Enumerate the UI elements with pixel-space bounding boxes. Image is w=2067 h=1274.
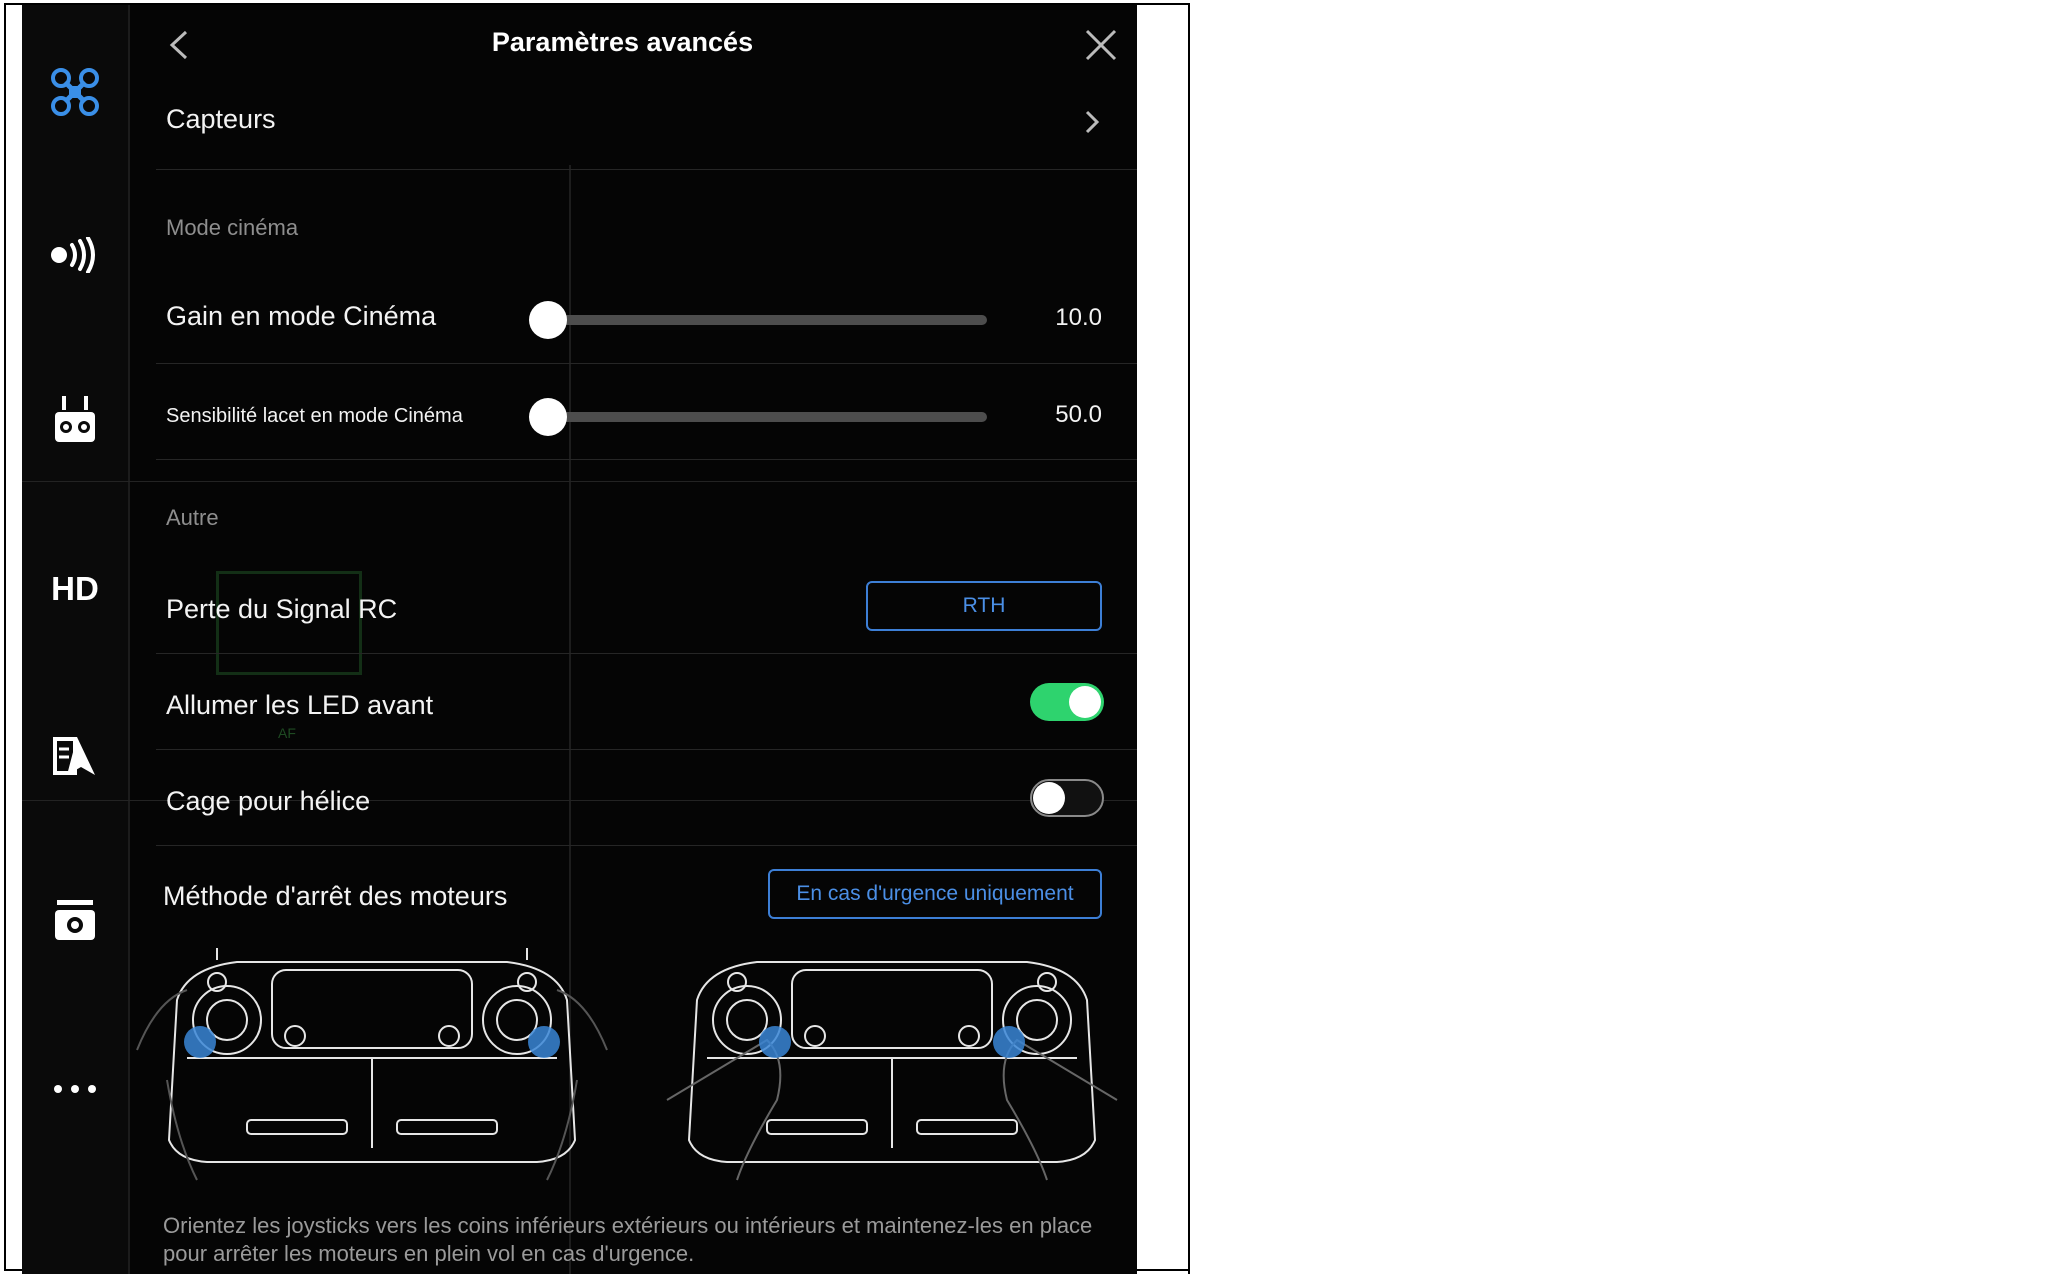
prop-guard-label: Cage pour hélice bbox=[166, 786, 371, 816]
camera-icon[interactable] bbox=[22, 861, 128, 981]
sensors-label: Capteurs bbox=[166, 104, 276, 134]
blank-panel bbox=[1188, 3, 2061, 1274]
divider bbox=[156, 459, 1137, 460]
signal-icon[interactable] bbox=[22, 195, 128, 315]
close-icon bbox=[1085, 29, 1117, 61]
motor-stop-select[interactable]: En cas d'urgence uniquement bbox=[768, 869, 1102, 919]
cine-gain-value: 10.0 bbox=[1055, 304, 1102, 331]
cine-yaw-value: 50.0 bbox=[1055, 401, 1102, 428]
prop-guard-toggle[interactable] bbox=[1030, 779, 1104, 817]
close-button[interactable] bbox=[1083, 27, 1119, 63]
motor-stop-label: Méthode d'arrêt des moteurs bbox=[163, 881, 508, 911]
battery-map-icon[interactable] bbox=[22, 695, 128, 815]
side-nav-rail: HD bbox=[22, 5, 130, 1274]
controller-inward-illustration bbox=[666, 961, 1118, 1181]
front-led-label: Allumer les LED avant bbox=[166, 690, 434, 720]
cine-yaw-slider-thumb[interactable] bbox=[529, 398, 567, 436]
cine-gain-slider[interactable] bbox=[549, 315, 987, 325]
section-other: Autre bbox=[166, 505, 219, 530]
cine-yaw-label: Sensibilité lacet en mode Cinéma bbox=[166, 405, 463, 427]
page-frame: AF HD Paramètres avancés Capteurs Mode c… bbox=[0, 0, 2067, 1274]
more-icon[interactable] bbox=[22, 1029, 128, 1149]
motor-stop-description: Orientez les joysticks vers les coins in… bbox=[163, 1213, 1093, 1266]
hd-icon[interactable]: HD bbox=[22, 529, 128, 649]
rc-loss-label: Perte du Signal RC bbox=[166, 594, 398, 624]
cine-gain-label: Gain en mode Cinéma bbox=[166, 301, 437, 331]
joystick-highlight bbox=[528, 1026, 560, 1058]
settings-app: AF HD Paramètres avancés Capteurs Mode c… bbox=[22, 5, 1137, 1274]
joystick-highlight bbox=[759, 1026, 791, 1058]
divider bbox=[156, 749, 1137, 750]
sensors-row[interactable] bbox=[128, 85, 1137, 169]
toggle-knob bbox=[1033, 782, 1065, 814]
af-label: AF bbox=[278, 725, 296, 741]
cine-gain-slider-thumb[interactable] bbox=[529, 301, 567, 339]
remote-controller-icon[interactable] bbox=[22, 360, 128, 480]
front-led-toggle[interactable] bbox=[1030, 683, 1104, 721]
divider bbox=[156, 653, 1137, 654]
divider bbox=[156, 169, 1137, 170]
hd-label: HD bbox=[51, 570, 99, 607]
cine-yaw-slider[interactable] bbox=[549, 412, 987, 422]
rail-divider bbox=[22, 481, 1137, 482]
divider bbox=[156, 363, 1137, 364]
controller-outward-illustration bbox=[136, 948, 608, 1181]
header: Paramètres avancés bbox=[128, 5, 1137, 83]
chevron-right-icon bbox=[1085, 110, 1100, 134]
section-cinema-mode: Mode cinéma bbox=[166, 215, 299, 240]
joystick-highlight bbox=[184, 1026, 216, 1058]
page-title: Paramètres avancés bbox=[491, 27, 754, 57]
rc-loss-select[interactable]: RTH bbox=[866, 581, 1102, 631]
joystick-highlight bbox=[993, 1026, 1025, 1058]
toggle-knob bbox=[1069, 686, 1101, 718]
divider bbox=[156, 845, 1137, 846]
